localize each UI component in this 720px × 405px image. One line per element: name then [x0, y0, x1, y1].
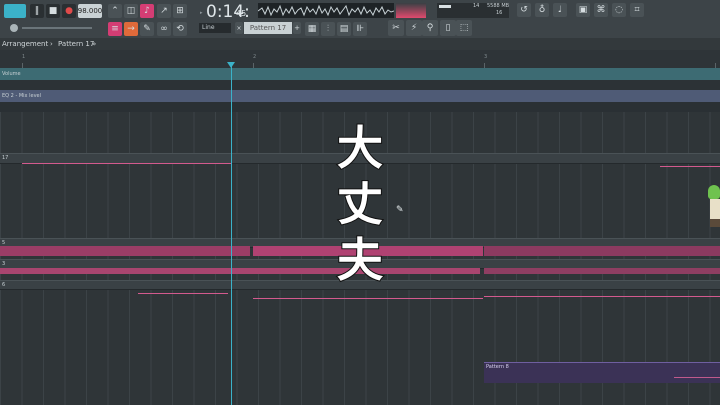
metronome-icon[interactable]: ⌃ [108, 4, 122, 18]
blend-icon[interactable]: ⊞ [173, 4, 187, 18]
prev-pattern-icon[interactable]: × [235, 22, 243, 34]
ruler-bar-number: 2 [253, 54, 257, 60]
add-pattern-icon[interactable]: + [293, 22, 301, 34]
waveform-icon [257, 4, 395, 17]
mix-lane-label: EQ 2 - Mix level [2, 93, 41, 99]
mix-level-automation-lane[interactable]: EQ 2 - Mix level [0, 90, 720, 102]
typing-keyboard-icon[interactable]: ≡ [108, 22, 122, 36]
link-icon[interactable]: ∞ [157, 22, 171, 36]
caption-char: 丈 [336, 176, 384, 232]
lane-spacer [0, 80, 720, 90]
cursor-icon: ✎ [396, 205, 404, 215]
cpu-value: 14 [473, 3, 480, 9]
cut-icon[interactable]: ✂ [388, 20, 404, 36]
file-icon[interactable]: ▯ [440, 20, 456, 36]
automation-clip[interactable] [138, 293, 228, 294]
overlay-caption: 大 丈 夫 [330, 120, 390, 288]
step-edit-icon[interactable]: ↗ [157, 4, 171, 18]
cpu-meter-bar [439, 5, 451, 8]
ruler-bar-number: 3 [484, 54, 488, 60]
tag-icon[interactable]: ⌘ [594, 3, 608, 17]
automation-clip[interactable] [484, 296, 720, 297]
loop-icon[interactable]: ⟲ [173, 22, 187, 36]
mascot-body [710, 199, 720, 219]
track-label: 17 [2, 155, 9, 161]
tuner-icon[interactable]: ♩ [553, 3, 567, 17]
track-label: 3 [2, 261, 6, 267]
timeline-ruler[interactable]: 1 2 3 [0, 50, 720, 69]
pattern-8-note [674, 377, 720, 378]
plugin-icon[interactable]: ⚡ [406, 20, 422, 36]
ruler-bar-number: 1 [22, 54, 26, 60]
peak-meter [396, 3, 426, 18]
lane-spacer [0, 102, 720, 112]
breadcrumb-separator: › [50, 40, 53, 48]
mic-icon[interactable]: ♁ [535, 3, 549, 17]
caption-char: 夫 [336, 232, 384, 288]
oscilloscope [257, 3, 395, 18]
volume-lane-label: Volume [2, 71, 21, 77]
save-icon[interactable]: ▣ [576, 3, 590, 17]
playhead[interactable] [231, 62, 232, 405]
tool-mode-select[interactable]: Line [199, 23, 231, 33]
pattern-clip[interactable] [0, 246, 250, 256]
song-time-ms: 45 [236, 9, 247, 18]
time-format-icon[interactable]: ▸ [200, 10, 203, 16]
playhead-marker-icon[interactable] [227, 62, 235, 68]
breadcrumb: Arrangement › Pattern 17 » [0, 38, 720, 50]
memory-value: 5588 MB [487, 3, 510, 9]
snap-icon[interactable]: → [124, 22, 138, 36]
pattern-8-clip[interactable]: Pattern 8 [484, 362, 720, 383]
song-pattern-toggle[interactable] [4, 4, 26, 18]
breadcrumb-pin-icon[interactable]: » [92, 40, 96, 48]
playlist-icon[interactable]: ▤ [337, 22, 351, 36]
breadcrumb-arrangement[interactable]: Arrangement [2, 40, 48, 48]
polyphony-value: 16 [496, 10, 503, 16]
master-pitch-slider[interactable] [22, 27, 92, 29]
draw-icon[interactable]: ✎ [140, 22, 154, 36]
tempo-display[interactable]: 98.000 [78, 4, 102, 18]
breadcrumb-pattern[interactable]: Pattern 17 [58, 40, 94, 48]
automation-clip[interactable] [253, 298, 483, 299]
mascot-avatar [706, 185, 720, 231]
mascot-head [708, 185, 720, 199]
main-toolbar: ‖ ■ ● 98.000 ⌃ ◫ ♪ ↗ ⊞ ≡ → ✎ ∞ ⟲ ▸ 0:14:… [0, 0, 720, 39]
pattern-clip[interactable] [484, 246, 720, 256]
pattern-clip[interactable] [484, 268, 720, 274]
export-icon[interactable]: ⬚ [456, 20, 472, 36]
pattern-selector[interactable]: Pattern 17 [244, 22, 292, 34]
stop-icon[interactable]: ■ [46, 4, 60, 18]
mixer-icon[interactable]: ⫶ [321, 22, 335, 36]
mascot-legs [710, 219, 720, 227]
wait-icon[interactable]: ◫ [124, 4, 138, 18]
pattern-8-label: Pattern 8 [486, 364, 509, 370]
countdown-icon[interactable]: ♪ [140, 4, 154, 18]
record-icon[interactable]: ● [62, 4, 76, 18]
chat-icon[interactable]: ◌ [612, 3, 626, 17]
volume-knob[interactable] [10, 24, 18, 32]
undo-icon[interactable]: ↺ [517, 3, 531, 17]
browser-icon[interactable]: ⚲ [422, 20, 438, 36]
volume-automation-lane[interactable]: Volume [0, 68, 720, 80]
channel-rack-icon[interactable]: ⊪ [353, 22, 367, 36]
ticket-icon[interactable]: ⌗ [630, 3, 644, 17]
pattern-clip[interactable] [0, 268, 480, 274]
piano-roll-icon[interactable]: ▦ [305, 22, 319, 36]
cpu-memory-panel: 14 5588 MB 16 [437, 3, 509, 18]
pause-icon[interactable]: ‖ [30, 4, 44, 18]
caption-char: 大 [336, 120, 384, 176]
automation-clip[interactable] [660, 166, 720, 167]
track-label: 6 [2, 282, 6, 288]
automation-clip[interactable] [22, 163, 232, 164]
